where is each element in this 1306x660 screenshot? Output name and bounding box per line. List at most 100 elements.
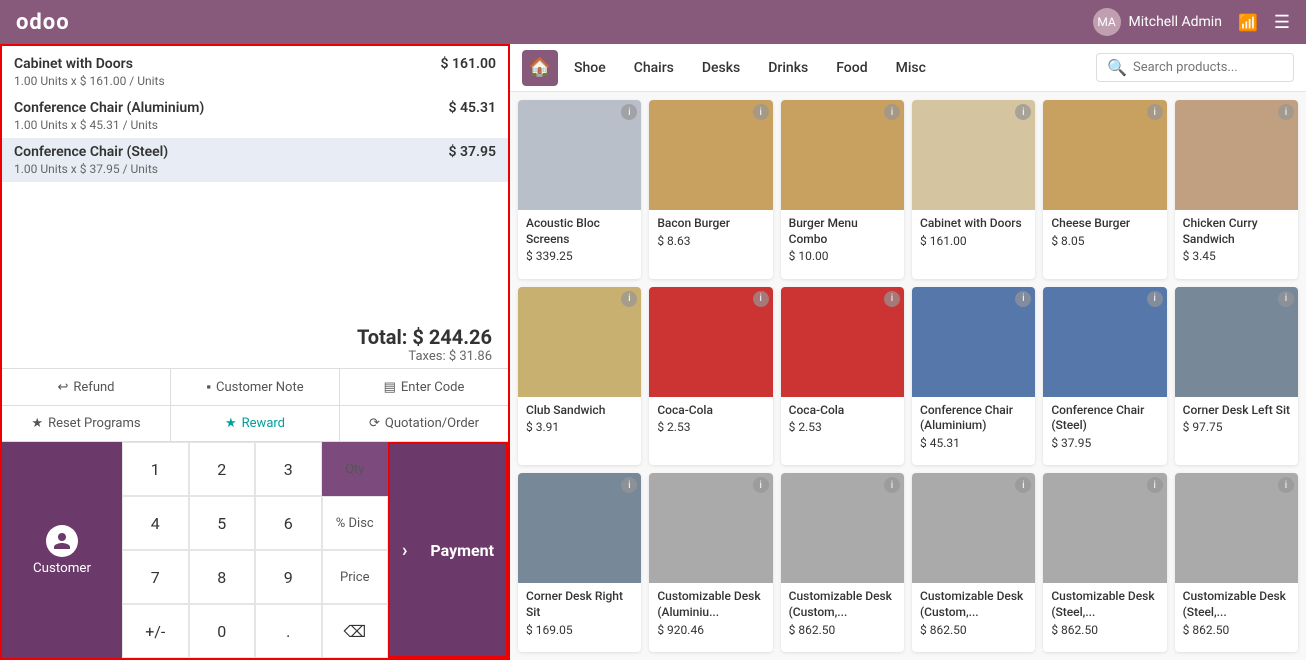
reset-programs-label: Reset Programs: [48, 416, 141, 431]
category-chairs[interactable]: Chairs: [622, 54, 686, 82]
refund-button[interactable]: ↩ Refund: [2, 369, 170, 405]
order-item-name: Conference Chair (Steel): [14, 144, 168, 160]
reward-button[interactable]: ★ Reward: [171, 406, 339, 441]
product-card[interactable]: i Conference Chair (Aluminium) $ 45.31: [912, 287, 1035, 466]
product-card[interactable]: i Coca-Cola $ 2.53: [649, 287, 772, 466]
product-card[interactable]: i Cheese Burger $ 8.05: [1043, 100, 1166, 279]
category-desks[interactable]: Desks: [690, 54, 752, 82]
product-card[interactable]: i Customizable Desk (Steel,... $ 862.50: [1175, 473, 1298, 652]
num-5[interactable]: 5: [189, 496, 256, 550]
product-price: $ 3.91: [526, 420, 633, 434]
quotation-order-button[interactable]: ⟳ Quotation/Order: [340, 406, 508, 441]
product-name: Corner Desk Right Sit: [526, 589, 633, 620]
product-card[interactable]: i Customizable Desk (Steel,... $ 862.50: [1043, 473, 1166, 652]
product-info: Customizable Desk (Custom,... $ 862.50: [781, 583, 904, 642]
reset-programs-button[interactable]: ★ Reset Programs: [2, 406, 170, 441]
home-category-button[interactable]: 🏠: [522, 50, 558, 86]
order-list: Cabinet with Doors $ 161.00 1.00 Units x…: [2, 46, 508, 317]
qty-button[interactable]: Qty: [322, 442, 389, 496]
topbar: odoo MA Mitchell Admin 📶 ☰: [0, 0, 1306, 44]
num-0[interactable]: 0: [189, 604, 256, 658]
category-drinks[interactable]: Drinks: [756, 54, 820, 82]
product-info-badge[interactable]: i: [1147, 104, 1163, 120]
num-9[interactable]: 9: [255, 550, 322, 604]
category-misc[interactable]: Misc: [884, 54, 938, 82]
customer-icon: [46, 525, 78, 557]
customer-note-button[interactable]: ▪ Customer Note: [171, 369, 339, 405]
product-card[interactable]: i Customizable Desk (Aluminiu... $ 920.4…: [649, 473, 772, 652]
topbar-right: MA Mitchell Admin 📶 ☰: [1093, 8, 1290, 36]
product-card[interactable]: i Cabinet with Doors $ 161.00: [912, 100, 1035, 279]
customer-button[interactable]: Customer: [2, 442, 122, 658]
search-area[interactable]: 🔍: [1096, 53, 1294, 82]
product-info-badge[interactable]: i: [1278, 291, 1294, 307]
category-food[interactable]: Food: [824, 54, 879, 82]
num-7[interactable]: 7: [122, 550, 189, 604]
enter-code-button[interactable]: ▤ Enter Code: [340, 369, 508, 405]
product-info-badge[interactable]: i: [1147, 477, 1163, 493]
product-info-badge[interactable]: i: [1278, 104, 1294, 120]
products-grid: i Acoustic Bloc Screens $ 339.25 i Bacon…: [510, 92, 1306, 660]
product-card[interactable]: i Bacon Burger $ 8.63: [649, 100, 772, 279]
product-info-badge[interactable]: i: [884, 291, 900, 307]
product-card[interactable]: i Burger Menu Combo $ 10.00: [781, 100, 904, 279]
num-4[interactable]: 4: [122, 496, 189, 550]
product-info-badge[interactable]: i: [1147, 291, 1163, 307]
product-card[interactable]: i Acoustic Bloc Screens $ 339.25: [518, 100, 641, 279]
order-item[interactable]: Cabinet with Doors $ 161.00 1.00 Units x…: [2, 50, 508, 94]
reward-label: Reward: [242, 416, 285, 431]
product-info-badge[interactable]: i: [621, 291, 637, 307]
user-menu[interactable]: MA Mitchell Admin: [1093, 8, 1222, 36]
numpad: 1 2 3 Qty 4 5 6 % Disc 7 8 9 Price +/- 0…: [122, 442, 388, 658]
product-card[interactable]: i Corner Desk Left Sit $ 97.75: [1175, 287, 1298, 466]
num-2[interactable]: 2: [189, 442, 256, 496]
product-info: Customizable Desk (Custom,... $ 862.50: [912, 583, 1035, 642]
payment-label: Payment: [430, 541, 494, 560]
order-item[interactable]: Conference Chair (Aluminium) $ 45.31 1.0…: [2, 94, 508, 138]
num-dot[interactable]: .: [255, 604, 322, 658]
product-price: $ 8.05: [1051, 234, 1158, 248]
product-card[interactable]: i Corner Desk Right Sit $ 169.05: [518, 473, 641, 652]
product-info: Chicken Curry Sandwich $ 3.45: [1175, 210, 1298, 269]
num-3[interactable]: 3: [255, 442, 322, 496]
disc-button[interactable]: % Disc: [322, 496, 389, 550]
product-card[interactable]: i Customizable Desk (Custom,... $ 862.50: [781, 473, 904, 652]
product-info: Customizable Desk (Aluminiu... $ 920.46: [649, 583, 772, 642]
product-name: Chicken Curry Sandwich: [1183, 216, 1290, 247]
product-card[interactable]: i Conference Chair (Steel) $ 37.95: [1043, 287, 1166, 466]
product-name: Cheese Burger: [1051, 216, 1158, 232]
order-total: Total: $ 244.26: [18, 325, 492, 349]
customer-label: Customer: [33, 561, 91, 576]
payment-button[interactable]: › Payment: [390, 444, 506, 656]
backspace-button[interactable]: ⌫: [322, 604, 389, 658]
order-item[interactable]: Conference Chair (Steel) $ 37.95 1.00 Un…: [2, 138, 508, 182]
num-1[interactable]: 1: [122, 442, 189, 496]
product-info-badge[interactable]: i: [884, 104, 900, 120]
product-info: Corner Desk Left Sit $ 97.75: [1175, 397, 1298, 441]
product-price: $ 45.31: [920, 436, 1027, 450]
search-input[interactable]: [1133, 60, 1283, 75]
num-8[interactable]: 8: [189, 550, 256, 604]
product-info-badge[interactable]: i: [753, 477, 769, 493]
product-info: Corner Desk Right Sit $ 169.05: [518, 583, 641, 642]
product-card[interactable]: i Coca-Cola $ 2.53: [781, 287, 904, 466]
product-info-badge[interactable]: i: [753, 291, 769, 307]
num-6[interactable]: 6: [255, 496, 322, 550]
price-button[interactable]: Price: [322, 550, 389, 604]
product-info-badge[interactable]: i: [753, 104, 769, 120]
category-shoe[interactable]: Shoe: [562, 54, 618, 82]
product-card[interactable]: i Chicken Curry Sandwich $ 3.45: [1175, 100, 1298, 279]
left-panel: Cabinet with Doors $ 161.00 1.00 Units x…: [0, 44, 510, 660]
num-plusminus[interactable]: +/-: [122, 604, 189, 658]
action-buttons: ↩ Refund ▪ Customer Note ▤ Enter Code ★ …: [2, 368, 508, 441]
odoo-logo: odoo: [16, 10, 70, 35]
order-taxes: Taxes: $ 31.86: [18, 349, 492, 364]
user-name: Mitchell Admin: [1129, 14, 1222, 30]
hamburger-menu-icon[interactable]: ☰: [1274, 12, 1290, 33]
product-price: $ 862.50: [920, 623, 1027, 637]
product-info: Bacon Burger $ 8.63: [649, 210, 772, 254]
product-info-badge[interactable]: i: [1015, 291, 1031, 307]
product-card[interactable]: i Club Sandwich $ 3.91: [518, 287, 641, 466]
product-name: Conference Chair (Steel): [1051, 403, 1158, 434]
product-card[interactable]: i Customizable Desk (Custom,... $ 862.50: [912, 473, 1035, 652]
